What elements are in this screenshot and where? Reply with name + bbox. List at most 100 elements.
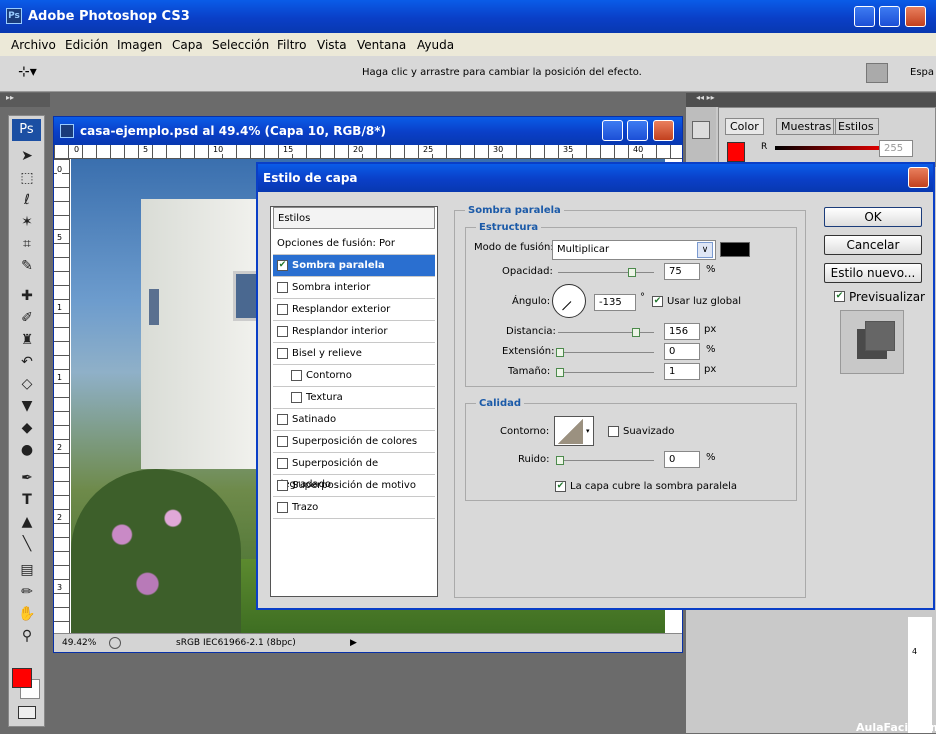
notes-icon[interactable]: ▤	[15, 560, 39, 580]
style-item[interactable]: Textura	[273, 387, 435, 409]
preview-checkbox[interactable]	[834, 291, 845, 302]
menu-imagen[interactable]: Imagen	[117, 38, 162, 52]
brush-icon[interactable]: ✐	[15, 308, 39, 328]
angle-dial[interactable]	[552, 284, 586, 318]
dialog-close-button[interactable]	[908, 167, 929, 188]
style-item[interactable]: Sombra interior	[273, 277, 435, 299]
stamp-icon[interactable]: ♜	[15, 330, 39, 350]
style-checkbox[interactable]	[277, 479, 288, 491]
style-item[interactable]: Satinado	[273, 409, 435, 431]
style-checkbox[interactable]	[277, 325, 288, 337]
close-button[interactable]	[905, 6, 926, 27]
workspace-label[interactable]: Espa	[910, 67, 934, 78]
style-checkbox[interactable]	[277, 281, 288, 293]
style-item[interactable]: Resplandor interior	[273, 321, 435, 343]
slider-knob[interactable]	[556, 348, 564, 357]
tab-muestras[interactable]: Muestras	[776, 118, 837, 135]
preview-label[interactable]: Previsualizar	[849, 290, 925, 304]
style-checkbox[interactable]	[277, 303, 288, 315]
doc-minimize-button[interactable]	[602, 120, 623, 141]
panel-fg-swatch[interactable]	[727, 142, 745, 162]
blend-options-item[interactable]: Opciones de fusión: Por defecto	[273, 233, 435, 270]
document-titlebar[interactable]: casa-ejemplo.psd al 49.4% (Capa 10, RGB/…	[54, 117, 682, 145]
minimize-button[interactable]	[854, 6, 875, 27]
slider-knob[interactable]	[556, 456, 564, 465]
type-icon[interactable]: T	[15, 490, 39, 510]
style-checkbox[interactable]	[277, 347, 288, 359]
menu-vista[interactable]: Vista	[317, 38, 347, 52]
red-value[interactable]: 255	[879, 140, 913, 157]
style-checkbox[interactable]	[277, 259, 288, 271]
magic-wand-icon[interactable]: ✶	[15, 212, 39, 232]
menu-capa[interactable]: Capa	[172, 38, 203, 52]
slider-knob[interactable]	[556, 368, 564, 377]
opacity-input[interactable]: 75	[664, 263, 700, 280]
toolbox-header[interactable]: ▸▸	[0, 93, 50, 107]
slice-icon[interactable]: ✎	[15, 256, 39, 276]
bucket-icon[interactable]: ▼	[15, 396, 39, 416]
angle-input[interactable]: -135	[594, 294, 636, 311]
contour-dropdown-icon[interactable]: ▾	[586, 427, 590, 435]
antialias-checkbox[interactable]	[608, 426, 619, 437]
style-checkbox[interactable]	[277, 413, 288, 425]
foreground-color-swatch[interactable]	[12, 668, 32, 688]
blur-icon[interactable]: ◆	[15, 418, 39, 438]
style-item[interactable]: Superposición de degradado	[273, 453, 435, 490]
distance-input[interactable]: 156	[664, 323, 700, 340]
size-slider[interactable]	[556, 368, 654, 377]
new-style-button[interactable]: Estilo nuevo...	[824, 263, 922, 283]
global-light-label[interactable]: Usar luz global	[667, 296, 741, 307]
ok-button[interactable]: OK	[824, 207, 922, 227]
style-item[interactable]: Trazo	[273, 497, 435, 519]
style-item[interactable]: Bisel y relieve	[273, 343, 435, 365]
eraser-icon[interactable]: ◇	[15, 374, 39, 394]
slider-knob[interactable]	[632, 328, 640, 337]
knockout-checkbox[interactable]	[555, 481, 566, 492]
hand-icon[interactable]: ✋	[15, 604, 39, 624]
cancel-button[interactable]: Cancelar	[824, 235, 922, 255]
spread-slider[interactable]	[556, 348, 654, 357]
quick-mask-icon[interactable]	[18, 706, 36, 719]
status-menu-icon[interactable]	[109, 637, 121, 649]
healing-icon[interactable]: ✚	[15, 286, 39, 306]
style-checkbox[interactable]	[277, 501, 288, 513]
style-item[interactable]: Sombra paralela	[273, 255, 435, 277]
history-brush-icon[interactable]: ↶	[15, 352, 39, 372]
style-checkbox[interactable]	[277, 435, 288, 447]
noise-slider[interactable]	[556, 456, 654, 465]
noise-input[interactable]: 0	[664, 451, 700, 468]
styles-header[interactable]: Estilos	[273, 207, 435, 229]
marquee-icon[interactable]: ⬚	[15, 168, 39, 188]
bridge-icon[interactable]	[866, 63, 888, 83]
shadow-color-swatch[interactable]	[720, 242, 750, 257]
distance-slider[interactable]	[558, 328, 654, 337]
zoom-level[interactable]: 49.42%	[62, 638, 96, 648]
chevron-down-icon[interactable]: ∨	[697, 242, 713, 258]
menu-edicion[interactable]: Edición	[65, 38, 108, 52]
style-checkbox[interactable]	[277, 457, 288, 469]
eyedropper-icon[interactable]: ✏	[15, 582, 39, 602]
pen-icon[interactable]: ✒	[15, 468, 39, 488]
style-item[interactable]: Resplandor exterior	[273, 299, 435, 321]
tab-color[interactable]: Color	[725, 118, 764, 135]
menu-filtro[interactable]: Filtro	[277, 38, 306, 52]
app-titlebar[interactable]: Ps Adobe Photoshop CS3	[0, 0, 936, 33]
maximize-button[interactable]	[879, 6, 900, 27]
style-checkbox[interactable]	[291, 391, 302, 403]
menu-ventana[interactable]: Ventana	[357, 38, 406, 52]
lasso-icon[interactable]: ℓ	[15, 190, 39, 210]
doc-close-button[interactable]	[653, 120, 674, 141]
knockout-label[interactable]: La capa cubre la sombra paralela	[570, 481, 737, 492]
crop-icon[interactable]: ⌗	[15, 234, 39, 254]
spread-input[interactable]: 0	[664, 343, 700, 360]
slider-knob[interactable]	[628, 268, 636, 277]
style-checkbox[interactable]	[291, 369, 302, 381]
style-item[interactable]: Superposición de colores	[273, 431, 435, 453]
dodge-icon[interactable]: ●	[15, 440, 39, 460]
move-tool-preset-icon[interactable]: ⊹▾	[18, 64, 37, 80]
history-panel-icon[interactable]	[692, 121, 710, 139]
style-item[interactable]: Superposición de motivo	[273, 475, 435, 497]
doc-maximize-button[interactable]	[627, 120, 648, 141]
antialias-label[interactable]: Suavizado	[623, 426, 674, 437]
menu-seleccion[interactable]: Selección	[212, 38, 269, 52]
